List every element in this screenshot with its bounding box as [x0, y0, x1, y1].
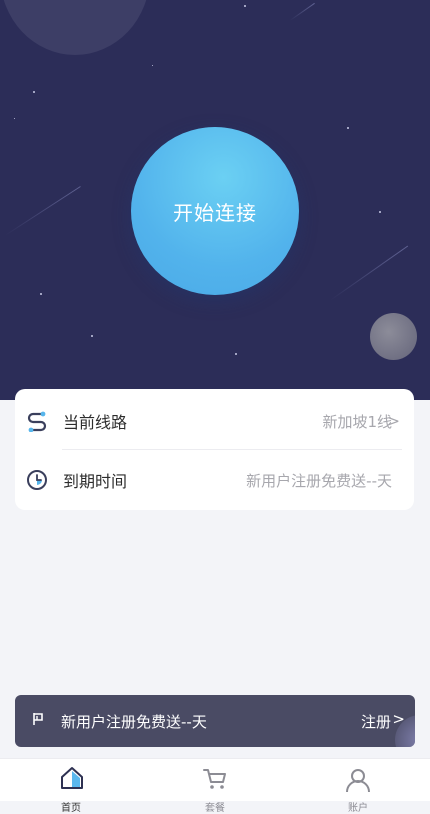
planet-decoration: [370, 313, 417, 360]
chevron-right-icon: >: [392, 710, 405, 728]
chevron-right-icon: >: [387, 412, 400, 430]
planet-decoration: [0, 0, 150, 55]
star: [379, 211, 381, 213]
tab-account-label: 账户: [348, 803, 368, 814]
user-icon: [345, 767, 371, 797]
star: [14, 118, 15, 119]
star: [235, 353, 237, 355]
tab-account[interactable]: 账户: [318, 765, 398, 814]
expire-time-label: 到期时间: [63, 472, 128, 491]
tab-plans-label: 套餐: [205, 803, 225, 814]
register-link[interactable]: 注册: [361, 711, 391, 732]
current-line-label: 当前线路: [63, 413, 128, 432]
bottom-tab-bar: 首页 套餐 账户: [0, 758, 430, 814]
star: [244, 5, 246, 7]
promo-text: 新用户注册免费送--天: [61, 713, 207, 731]
expire-time-row: 到期时间 新用户注册免费送--天: [15, 450, 414, 510]
shooting-star: [4, 186, 81, 236]
home-icon: [59, 765, 85, 795]
expire-time-value: 新用户注册免费送--天: [246, 471, 392, 490]
clock-icon: [25, 468, 49, 492]
connect-button[interactable]: 开始连接: [131, 127, 299, 295]
cart-icon: [202, 767, 228, 795]
register-promo-bar[interactable]: 新用户注册免费送--天 注册 >: [15, 695, 415, 747]
tab-home[interactable]: 首页: [31, 765, 111, 814]
current-line-value: 新加坡1线: [322, 412, 392, 431]
info-card: 当前线路 新加坡1线 > 到期时间 新用户注册免费送--天: [15, 389, 414, 510]
star: [33, 91, 35, 93]
hero-section: 开始连接: [0, 0, 430, 400]
star: [40, 293, 42, 295]
shooting-star: [329, 245, 409, 301]
current-line-row[interactable]: 当前线路 新加坡1线 >: [15, 391, 414, 451]
star: [91, 335, 93, 337]
tab-plans[interactable]: 套餐: [175, 765, 255, 814]
tab-home-label: 首页: [61, 803, 81, 814]
flag-icon: [31, 711, 45, 731]
route-icon: [25, 409, 49, 433]
star: [347, 127, 349, 129]
star: [152, 65, 153, 66]
shooting-star: [289, 2, 315, 21]
